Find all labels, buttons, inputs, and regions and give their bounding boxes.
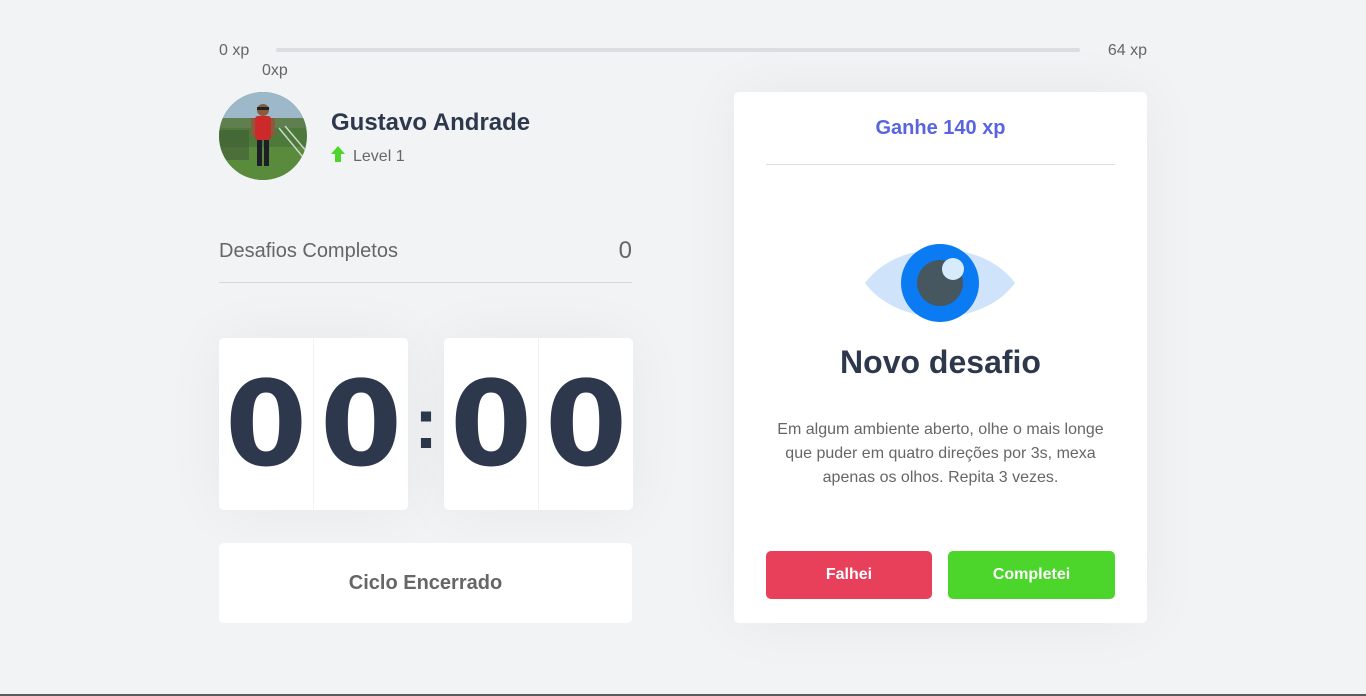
minute-digit-right: 0	[313, 338, 408, 510]
challenge-title: Novo desafio	[840, 344, 1041, 380]
cycle-ended-button[interactable]: Ciclo Encerrado	[219, 543, 632, 623]
countdown: 0 0 : 0 0	[219, 338, 633, 510]
completed-challenges-count: 0	[618, 237, 632, 264]
completed-challenges: Desafios Completos 0	[219, 232, 632, 283]
user-level: Level 1	[331, 146, 405, 167]
completed-button[interactable]: Completei	[948, 551, 1115, 599]
profile: Gustavo Andrade Level 1	[219, 92, 639, 180]
xp-min-label: 0 xp	[219, 42, 250, 59]
eye-icon	[863, 242, 1017, 329]
second-digit-right: 0	[538, 338, 633, 510]
level-label: Level 1	[353, 147, 405, 165]
experience-bar: 0 xp 0xp 64 xp	[219, 40, 1147, 80]
level-up-icon	[331, 146, 345, 167]
countdown-minutes: 0 0	[219, 338, 408, 510]
challenge-reward: Ganhe 140 xp	[766, 92, 1115, 165]
failed-button[interactable]: Falhei	[766, 551, 932, 599]
xp-max-label: 64 xp	[1107, 42, 1147, 59]
countdown-seconds: 0 0	[444, 338, 633, 510]
challenge-card: Ganhe 140 xp Novo desafio Em algum ambie…	[734, 92, 1147, 623]
challenge-description: Em algum ambiente aberto, olhe o mais lo…	[777, 421, 1104, 486]
second-digit-left: 0	[449, 355, 533, 493]
avatar	[219, 92, 307, 180]
user-name: Gustavo Andrade	[331, 109, 531, 136]
countdown-separator: :	[414, 384, 438, 464]
minute-digit-left: 0	[224, 355, 308, 493]
xp-progress-track	[276, 48, 1080, 52]
completed-challenges-label: Desafios Completos	[219, 240, 398, 262]
xp-current-label: 0xp	[262, 62, 288, 79]
